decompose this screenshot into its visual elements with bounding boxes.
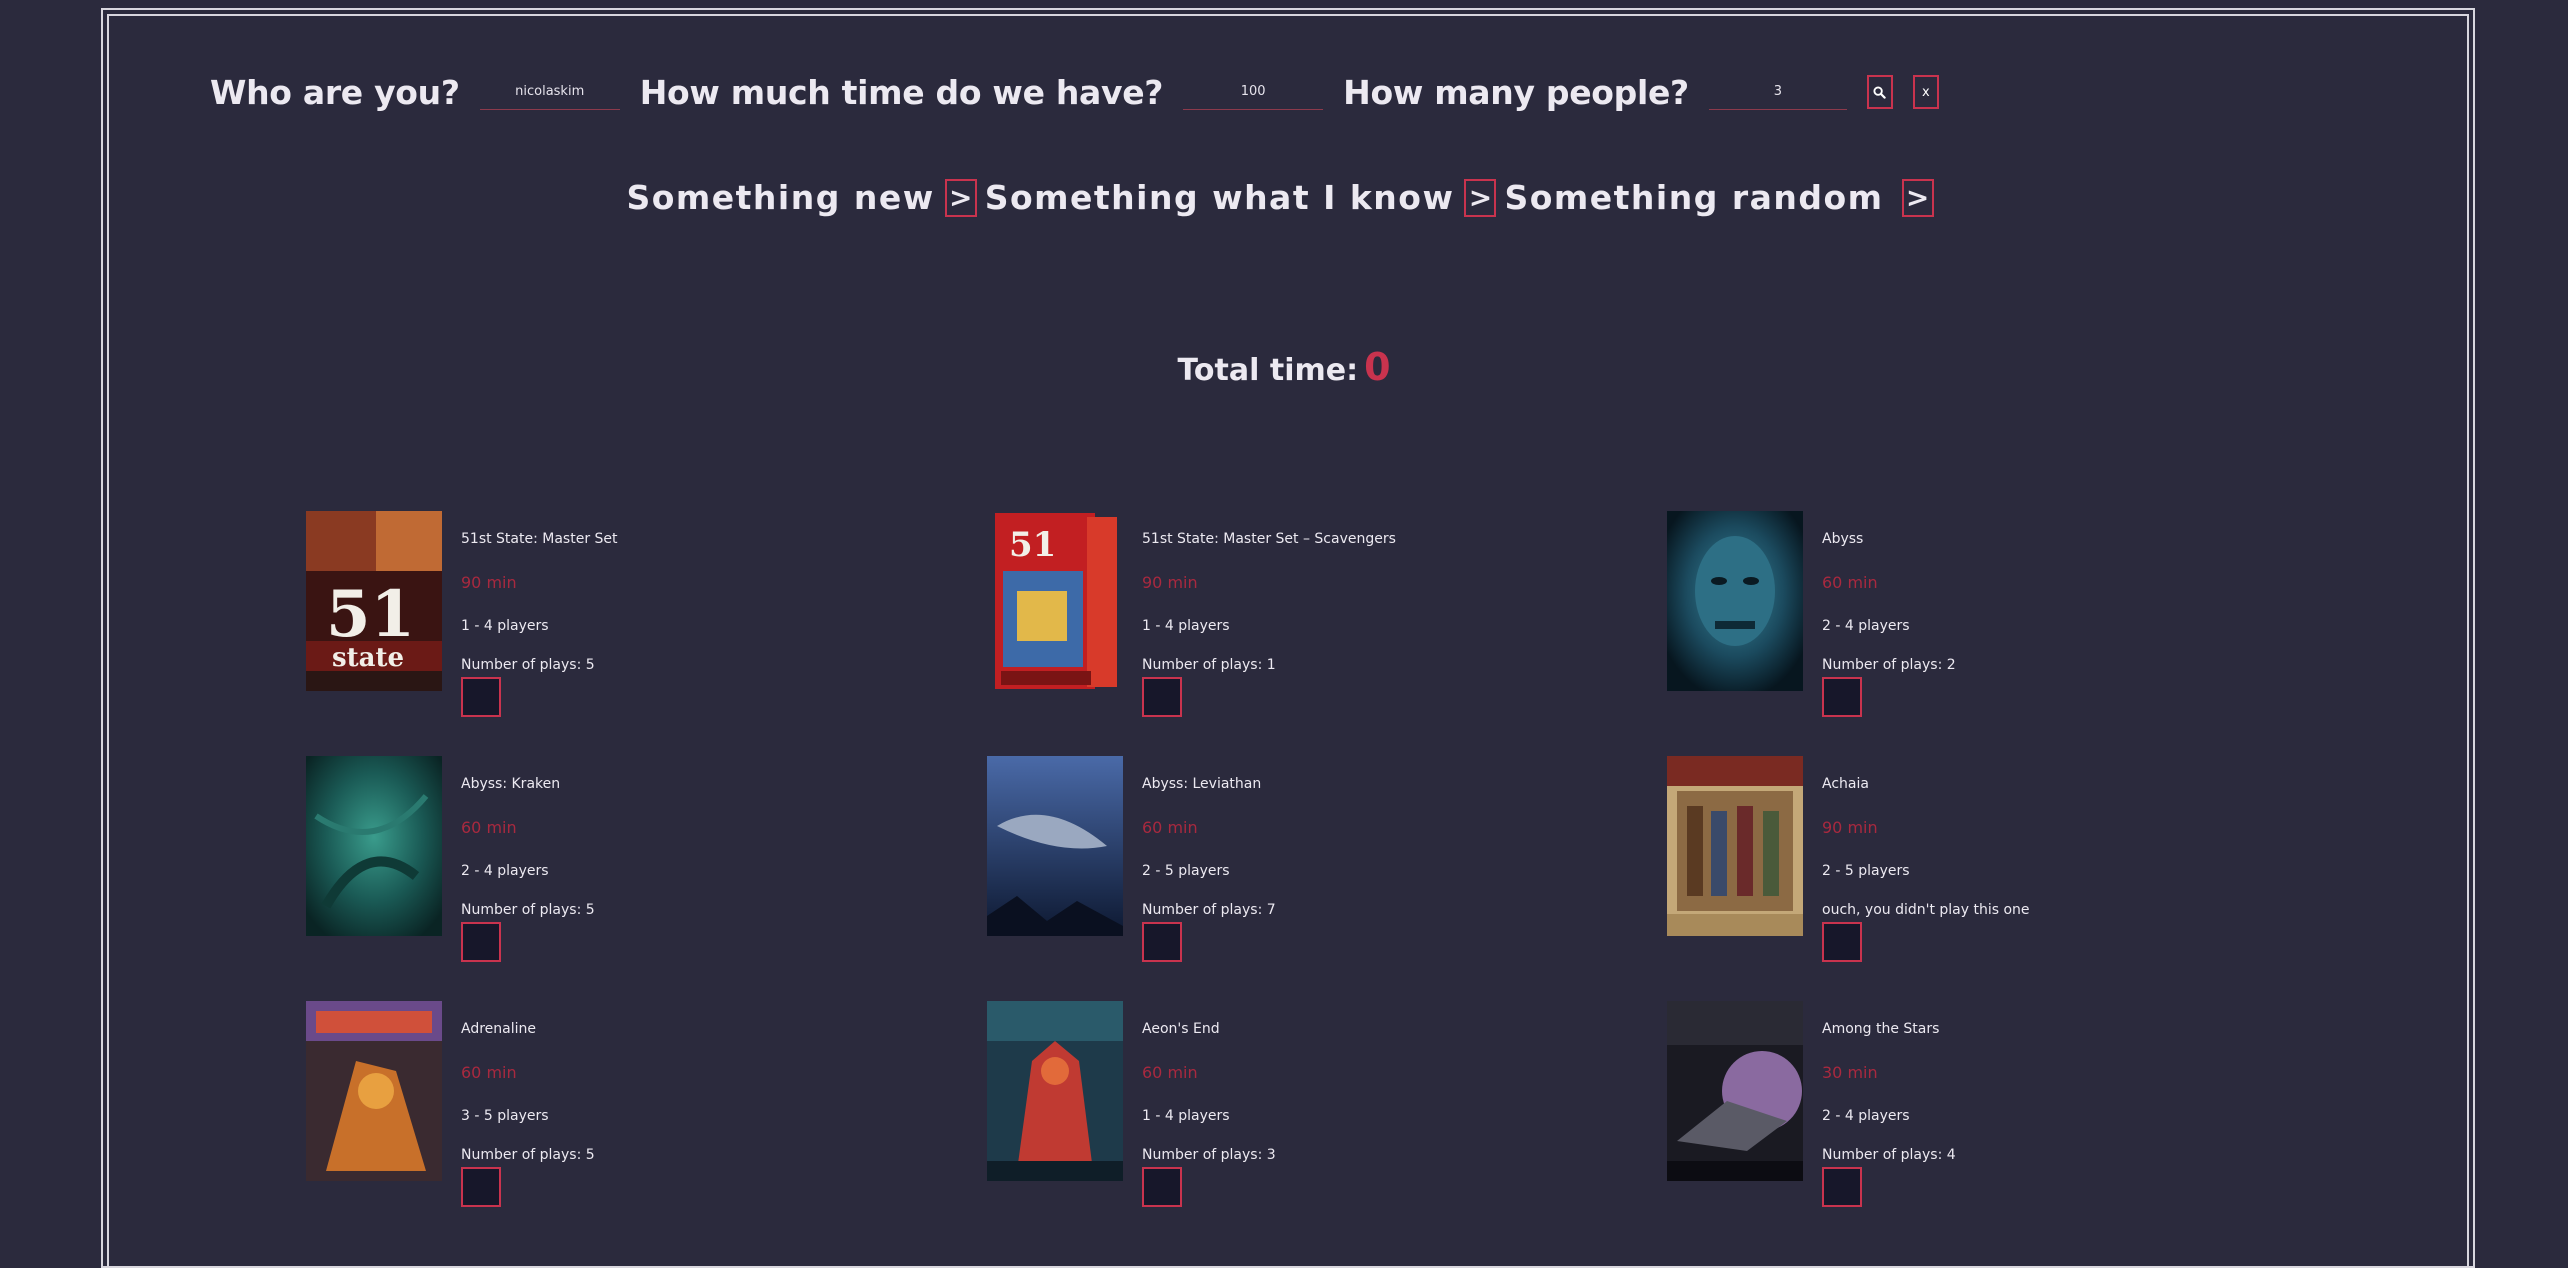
game-select-checkbox[interactable] [1142,922,1182,962]
who-input[interactable] [479,74,620,110]
mode-random-button[interactable]: > [1901,178,1934,217]
game-card: Abyss: Kraken 60 min 2 - 4 players Numbe… [306,756,906,976]
game-players: 2 - 5 players [1822,863,1910,879]
game-plays: Number of plays: 2 [1822,657,1956,673]
svg-text:state: state [332,643,404,673]
search-button[interactable] [1866,75,1893,109]
total-time: Total time: 0 [0,345,2568,389]
game-players: 2 - 4 players [1822,618,1910,634]
game-cover-image [987,1001,1123,1181]
game-time: 90 min [1822,818,1878,837]
game-title: Abyss [1822,531,1864,547]
mode-new-button[interactable]: > [944,178,977,217]
game-select-checkbox[interactable] [461,1167,501,1207]
people-input[interactable] [1708,74,1847,110]
game-card: Adrenaline 60 min 3 - 5 players Number o… [306,1001,906,1221]
game-cover-image [306,756,442,936]
who-label: Who are you? [210,72,460,112]
game-time: 60 min [1142,1063,1198,1082]
game-title: Achaia [1822,776,1869,792]
game-players: 2 - 4 players [1822,1108,1910,1124]
game-plays: Number of plays: 1 [1142,657,1276,673]
game-time: 60 min [461,1063,517,1082]
game-card: 51 51st State: Master Set – Scavengers 9… [987,511,1587,731]
game-select-checkbox[interactable] [1822,922,1862,962]
game-cover-image [1667,1001,1803,1181]
total-time-value: 0 [1364,345,1391,389]
game-time: 60 min [1142,818,1198,837]
game-title: 51st State: Master Set [461,531,618,547]
mode-known-button[interactable]: > [1464,178,1497,217]
game-time: 90 min [1142,573,1198,592]
mode-random-label: Something random [1504,178,1884,217]
svg-text:51: 51 [326,577,415,652]
game-time: 90 min [461,573,517,592]
game-card: 51 state 51st State: Master Set 90 min 1… [306,511,906,731]
search-icon [1873,85,1887,99]
game-plays: Number of plays: 5 [461,902,595,918]
game-cover-image: 51 state [306,511,442,691]
time-input[interactable] [1183,74,1324,110]
game-plays: Number of plays: 4 [1822,1147,1956,1163]
game-title: Aeon's End [1142,1021,1220,1037]
game-plays: ouch, you didn't play this one [1822,902,2030,918]
game-players: 1 - 4 players [1142,618,1230,634]
game-title: Abyss: Leviathan [1142,776,1262,792]
time-label: How much time do we have? [639,72,1164,112]
game-card: Abyss: Leviathan 60 min 2 - 5 players Nu… [987,756,1587,976]
game-title: Adrenaline [461,1021,536,1037]
game-time: 60 min [1822,573,1878,592]
game-time: 60 min [461,818,517,837]
game-select-checkbox[interactable] [1142,677,1182,717]
game-cover-image [1667,511,1803,691]
game-players: 2 - 5 players [1142,863,1230,879]
game-title: Abyss: Kraken [461,776,561,792]
game-cover-image [1667,756,1803,936]
game-players: 1 - 4 players [461,618,549,634]
game-players: 3 - 5 players [461,1108,549,1124]
game-players: 2 - 4 players [461,863,549,879]
game-plays: Number of plays: 5 [461,1147,595,1163]
mode-known-label: Something what I know [984,178,1455,217]
game-card: Achaia 90 min 2 - 5 players ouch, you di… [1667,756,2267,976]
game-cover-image: 51 [987,511,1123,691]
game-plays: Number of plays: 7 [1142,902,1276,918]
game-select-checkbox[interactable] [461,922,501,962]
game-cover-image [306,1001,442,1181]
game-select-checkbox[interactable] [1822,677,1862,717]
game-select-checkbox[interactable] [461,677,501,717]
game-plays: Number of plays: 5 [461,657,595,673]
people-label: How many people? [1343,72,1689,112]
game-card: Abyss 60 min 2 - 4 players Number of pla… [1667,511,2267,731]
game-time: 30 min [1822,1063,1878,1082]
mode-new-label: Something new [626,178,935,217]
search-form: Who are you? How much time do we have? H… [210,62,1959,122]
game-players: 1 - 4 players [1142,1108,1230,1124]
mode-selector: Something new > Something what I know > … [0,178,2568,217]
game-title: 51st State: Master Set – Scavengers [1142,531,1396,547]
game-select-checkbox[interactable] [1142,1167,1182,1207]
game-select-checkbox[interactable] [1822,1167,1862,1207]
game-card: Aeon's End 60 min 1 - 4 players Number o… [987,1001,1587,1221]
game-card: Among the Stars 30 min 2 - 4 players Num… [1667,1001,2267,1221]
clear-button[interactable]: x [1912,75,1939,109]
game-title: Among the Stars [1822,1021,1940,1037]
total-time-label: Total time: [1177,353,1359,388]
game-cover-image [987,756,1123,936]
game-plays: Number of plays: 3 [1142,1147,1276,1163]
svg-text:51: 51 [1009,525,1056,565]
